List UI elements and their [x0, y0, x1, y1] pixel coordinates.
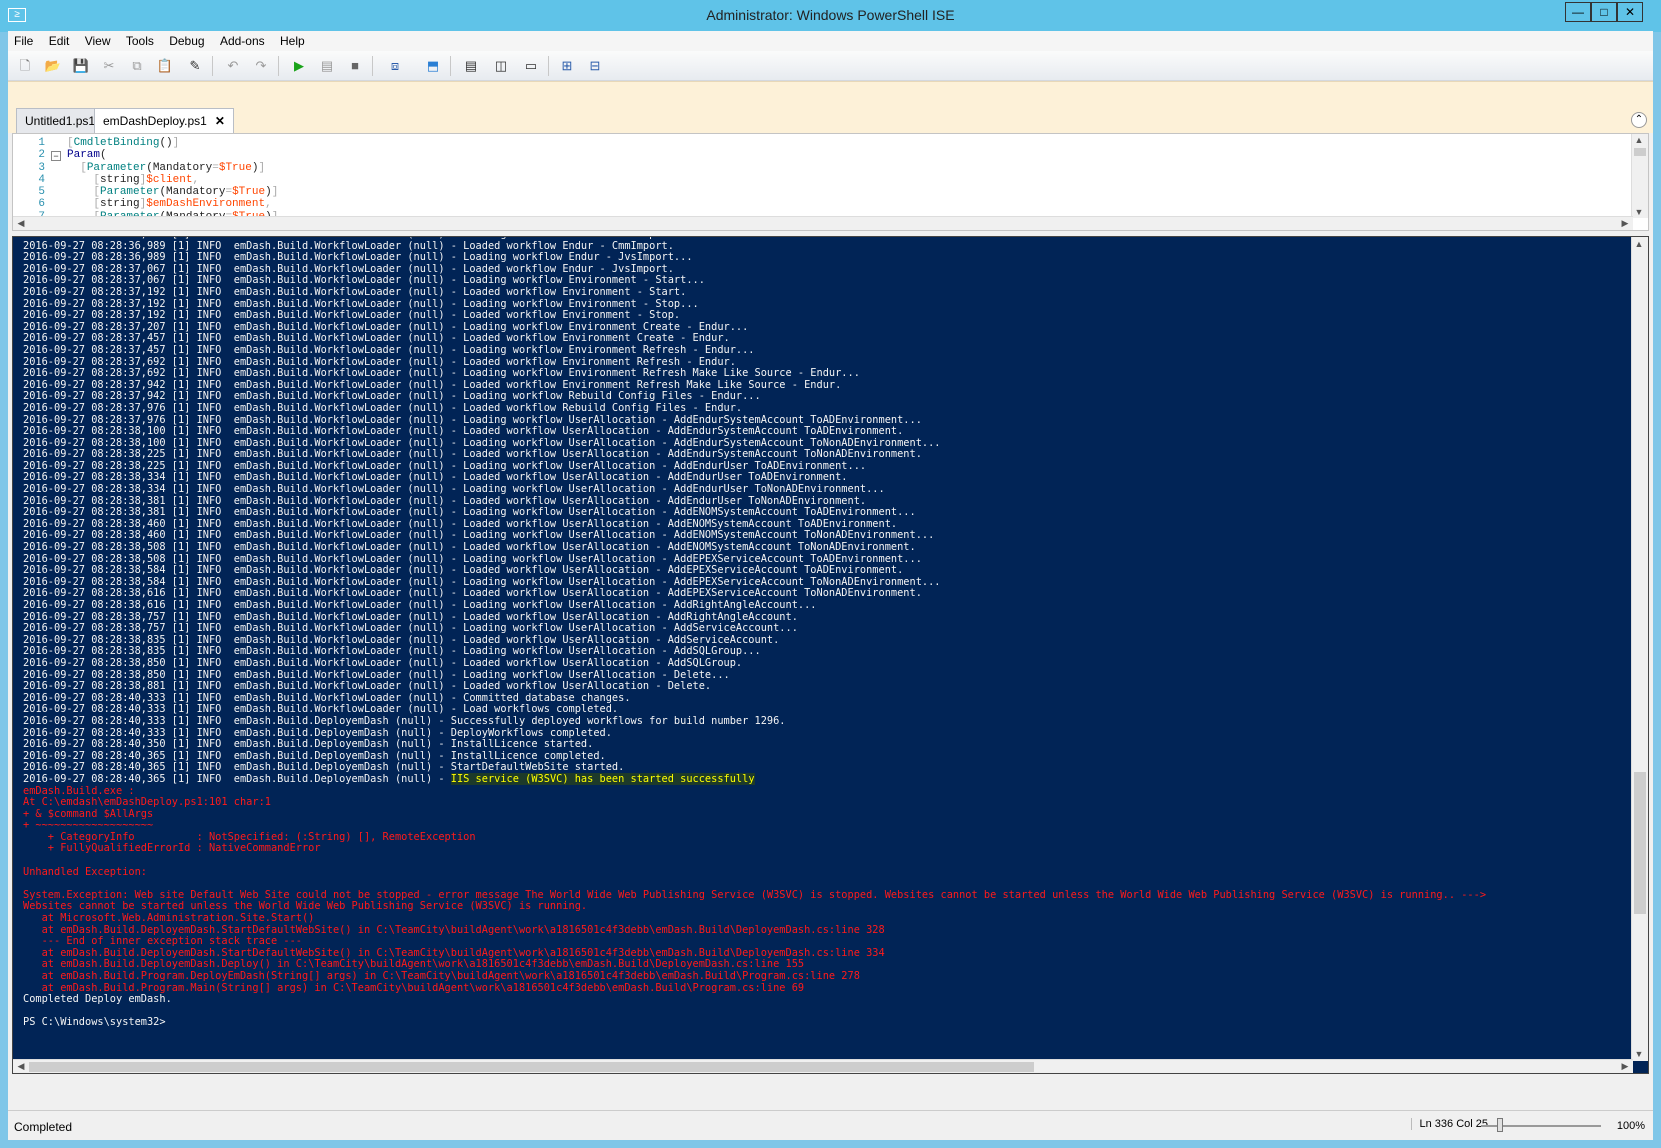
run-selection-icon[interactable]: ▤	[316, 56, 338, 76]
fold-toggle-icon[interactable]: −	[51, 151, 61, 161]
zoom-slider-thumb[interactable]	[1497, 1118, 1503, 1132]
console-error-line: + & $command $AllArgs	[23, 807, 154, 820]
console-error-line: At C:\emdash\emDashDeploy.ps1:101 char:1	[23, 796, 271, 809]
menu-addons[interactable]: Add-ons	[214, 31, 271, 51]
scroll-left-icon[interactable]: ◀	[14, 1061, 28, 1072]
tab-label: emDashDeploy.ps1	[103, 114, 207, 128]
close-tab-icon[interactable]: ✕	[215, 114, 225, 128]
highlighted-success-message: IIS service (W3SVC) has been started suc…	[450, 772, 755, 785]
show-addon-icon[interactable]: ⊟	[584, 56, 606, 76]
console-log-line: 2016-09-27 08:28:37,192 [1] INFO emDash.…	[23, 285, 687, 298]
line-number-gutter: 1 2 3 4 5 6 7	[13, 134, 47, 223]
script-editor[interactable]: 1 2 3 4 5 6 7 − [CmdletBinding()] Param(…	[12, 133, 1649, 231]
stop-icon[interactable]: ■	[344, 56, 366, 76]
scroll-right-icon[interactable]: ▶	[1618, 218, 1632, 229]
cut-icon[interactable]: ✂	[98, 56, 120, 76]
menu-file[interactable]: File	[8, 31, 39, 51]
menu-edit[interactable]: Edit	[43, 31, 76, 51]
toolbar: 🗋 📂 💾 ✂ ⧉ 📋 ✎ ↶ ↷ ▶ ▤ ■ ⧈ ⬒ ▤ ◫ ▭ ⊞ ⊟	[8, 51, 1653, 81]
status-text: Completed	[14, 1120, 73, 1134]
scroll-down-icon[interactable]: ▼	[1632, 1049, 1646, 1059]
line-number: 3	[38, 161, 45, 174]
undo-icon[interactable]: ↶	[222, 56, 244, 76]
new-remote-tab-icon[interactable]: ⧈	[384, 56, 406, 76]
scroll-up-icon[interactable]: ▲	[1632, 135, 1646, 145]
ise-client-area: File Edit View Tools Debug Add-ons Help …	[8, 31, 1653, 1140]
scroll-left-icon[interactable]: ◀	[14, 218, 28, 229]
console-log-line: 2016-09-27 08:28:38,850 [1] INFO emDash.…	[23, 656, 743, 669]
editor-horizontal-scrollbar[interactable]: ◀ ▶	[13, 216, 1633, 230]
scrollbar-thumb[interactable]	[1634, 772, 1646, 914]
tab-untitled1[interactable]: Untitled1.ps1	[16, 108, 105, 134]
show-script-max-icon[interactable]: ▭	[520, 56, 542, 76]
console-log-line: 2016-09-27 08:28:38,881 [1] INFO emDash.…	[23, 680, 712, 693]
show-commands-icon[interactable]: ⊞	[556, 56, 578, 76]
console-log-line: 2016-09-27 08:28:37,457 [1] INFO emDash.…	[23, 343, 755, 356]
copy-icon[interactable]: ⧉	[126, 56, 148, 76]
console-error-line: at emDash.Build.Program.Main(String[] ar…	[23, 981, 805, 994]
console-log-line: 2016-09-27 08:28:40,350 [1] INFO emDash.…	[23, 738, 594, 751]
console-log-line: 2016-09-27 08:28:38,508 [1] INFO emDash.…	[23, 541, 916, 554]
console-log-line: 2016-09-27 08:28:38,100 [1] INFO emDash.…	[23, 425, 904, 438]
menu-help[interactable]: Help	[274, 31, 311, 51]
run-icon[interactable]: ▶	[288, 56, 310, 76]
show-script-right-icon[interactable]: ◫	[490, 56, 512, 76]
redo-icon[interactable]: ↷	[250, 56, 272, 76]
open-icon[interactable]: 📂	[42, 56, 64, 76]
console-log-line: 2016-09-27 08:28:37,692 [1] INFO emDash.…	[23, 367, 860, 380]
console-horizontal-scrollbar[interactable]: ◀ ▶	[13, 1059, 1633, 1073]
console-log-line: 2016-09-27 08:28:38,616 [1] INFO emDash.…	[23, 599, 817, 611]
console-log-line: 2016-09-27 08:28:37,976 [1] INFO emDash.…	[23, 401, 743, 414]
clear-console-icon[interactable]: ✎	[184, 56, 206, 76]
console-log-line: 2016-09-27 08:28:40,365 [1] INFO emDash.…	[23, 772, 1626, 786]
status-bar: Completed Ln 336 Col 25 100%	[8, 1110, 1653, 1140]
console-error-line: + FullyQualifiedErrorId : NativeCommandE…	[23, 842, 321, 855]
tab-strip: Untitled1.ps1 emDashDeploy.ps1 ✕ ⌃	[8, 81, 1653, 134]
console-error-line	[23, 855, 1626, 867]
new-icon[interactable]: 🗋	[14, 56, 36, 76]
console-error-line: Unhandled Exception:	[23, 865, 147, 878]
scrollbar-thumb[interactable]	[1634, 148, 1646, 156]
menu-bar: File Edit View Tools Debug Add-ons Help	[8, 31, 1653, 51]
line-number: 4	[38, 173, 45, 186]
scroll-right-icon[interactable]: ▶	[1618, 1061, 1632, 1072]
console-prompt: PS C:\Windows\system32>	[23, 1016, 166, 1029]
console-log-line: 2016-09-27 08:28:38,334 [1] INFO emDash.…	[23, 483, 885, 496]
console-error-line: at Microsoft.Web.Administration.Site.Sta…	[23, 912, 315, 925]
scroll-down-icon[interactable]: ▼	[1632, 207, 1646, 217]
console-output: 2016-09-27 08:28:36,973 [1] INFO emDash.…	[23, 237, 1626, 1029]
tab-emdashdeploy[interactable]: emDashDeploy.ps1 ✕	[94, 108, 234, 134]
scrollbar-thumb[interactable]	[29, 1062, 1034, 1072]
tab-label: Untitled1.ps1	[25, 114, 96, 128]
menu-tools[interactable]: Tools	[120, 31, 160, 51]
maximize-button[interactable]: □	[1591, 2, 1617, 22]
menu-view[interactable]: View	[79, 31, 117, 51]
window-title: Administrator: Windows PowerShell ISE	[706, 7, 955, 23]
paste-icon[interactable]: 📋	[154, 56, 176, 76]
console-output-line: Completed Deploy emDash.	[23, 993, 172, 1006]
console-pane[interactable]: 2016-09-27 08:28:36,973 [1] INFO emDash.…	[12, 236, 1649, 1074]
line-number: 1	[38, 137, 45, 149]
line-number: 5	[38, 186, 45, 199]
log-prefix: 2016-09-27 08:28:40,365 [1] INFO emDash.…	[23, 772, 451, 785]
editor-vertical-scrollbar[interactable]: ▲ ▼	[1631, 134, 1648, 218]
scroll-up-icon[interactable]: ▲	[1632, 239, 1646, 249]
zoom-level: 100%	[1616, 1120, 1645, 1132]
line-number: 2	[38, 149, 45, 162]
collapse-script-pane-icon[interactable]: ⌃	[1631, 112, 1647, 128]
cursor-position: Ln 336 Col 25	[1410, 1118, 1488, 1130]
console-log-line: 2016-09-27 08:28:37,192 [1] INFO emDash.…	[23, 309, 681, 322]
start-powershell-icon[interactable]: ⬒	[422, 56, 444, 76]
window-titlebar[interactable]: ≥ Administrator: Windows PowerShell ISE …	[0, 0, 1661, 32]
minimize-button[interactable]: —	[1565, 2, 1591, 22]
menu-debug[interactable]: Debug	[163, 31, 210, 51]
console-vertical-scrollbar[interactable]: ▲ ▼	[1631, 237, 1648, 1061]
console-error-line: at emDash.Build.Program.DeployEmDash(Str…	[23, 970, 860, 982]
show-script-top-icon[interactable]: ▤	[460, 56, 482, 76]
close-button[interactable]: ✕	[1617, 2, 1643, 22]
save-icon[interactable]: 💾	[70, 56, 92, 76]
line-number: 6	[38, 198, 45, 211]
console-log-line: 2016-09-27 08:28:40,333 [1] INFO emDash.…	[23, 714, 786, 727]
